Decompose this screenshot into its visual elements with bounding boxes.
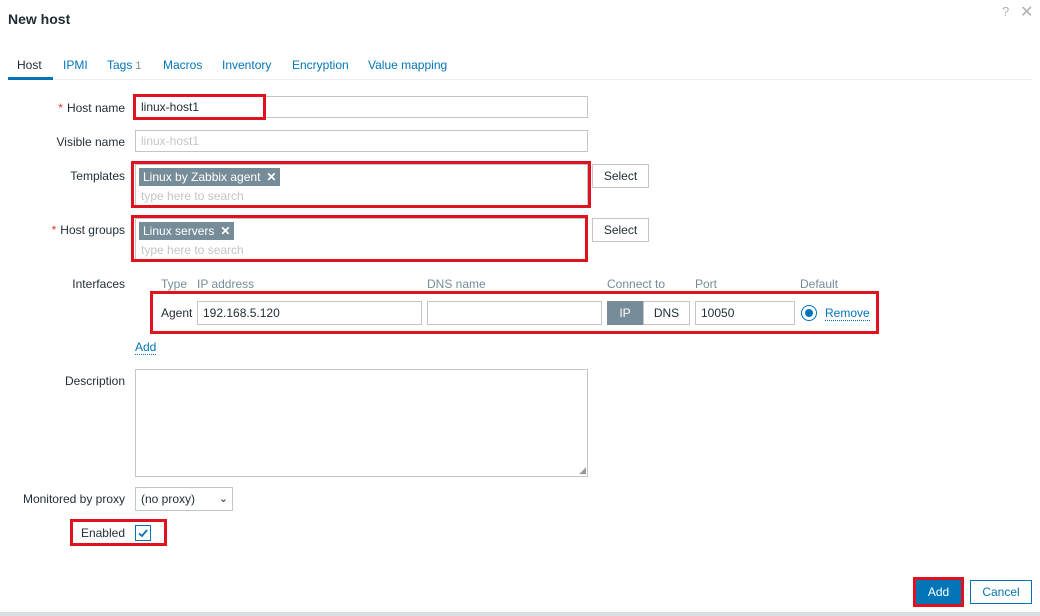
tab-macros[interactable]: Macros [163,58,202,72]
tab-value-mapping[interactable]: Value mapping [368,58,447,72]
visible-name-label: Visible name [56,135,125,149]
proxy-selected-value: (no proxy) [141,492,196,506]
active-tab-indicator [8,77,53,80]
col-default: Default [800,277,839,291]
host-groups-select-button[interactable]: Select [592,218,649,242]
col-port: Port [695,277,718,291]
description-label: Description [64,374,125,388]
required-marker: * [51,223,57,237]
tabs-divider [8,79,1032,80]
templates-select-button[interactable]: Select [592,164,649,188]
templates-label: Templates [70,169,125,183]
proxy-label: Monitored by proxy [22,492,125,506]
col-dns-name: DNS name [427,277,486,291]
col-connect-to: Connect to [607,277,666,291]
col-ip-address: IP address [197,277,255,291]
proxy-select[interactable]: (no proxy) ⌄ [135,487,233,511]
add-interface-link[interactable]: Add [135,340,157,355]
interfaces-label: Interfaces [72,277,125,291]
host-name-label-text: Host name [66,101,125,115]
dialog-bottom-edge [0,612,1040,616]
col-type: Type [161,277,188,291]
resize-grip-icon[interactable]: ◢ [579,466,586,475]
required-marker: * [58,101,63,115]
host-groups-highlight [131,215,588,262]
tab-inventory[interactable]: Inventory [222,58,271,72]
host-groups-label: * Host groups [0,223,125,237]
tab-encryption[interactable]: Encryption [292,58,349,72]
visible-name-input[interactable] [135,130,588,152]
chevron-down-icon: ⌄ [218,493,228,505]
templates-highlight [131,161,591,208]
tab-tags[interactable]: Tags 1 [107,58,141,72]
host-name-highlight [133,94,266,120]
close-icon[interactable]: ✕ [1020,2,1033,22]
host-name-label: * Host name [0,101,125,115]
cancel-button[interactable]: Cancel [970,580,1032,604]
question-mark-icon[interactable]: ? [1002,4,1009,19]
description-textarea[interactable]: ◢ [135,369,588,477]
add-button-highlight [913,577,964,607]
tab-host[interactable]: Host [17,58,42,72]
enabled-highlight [70,519,167,546]
tab-tags-count: 1 [135,60,142,72]
dialog-title: New host [8,11,71,27]
interface-row-highlight [150,291,879,334]
tab-ipmi[interactable]: IPMI [63,58,88,72]
tab-tags-label: Tags [107,58,133,72]
host-groups-label-text: Host groups [60,223,125,237]
